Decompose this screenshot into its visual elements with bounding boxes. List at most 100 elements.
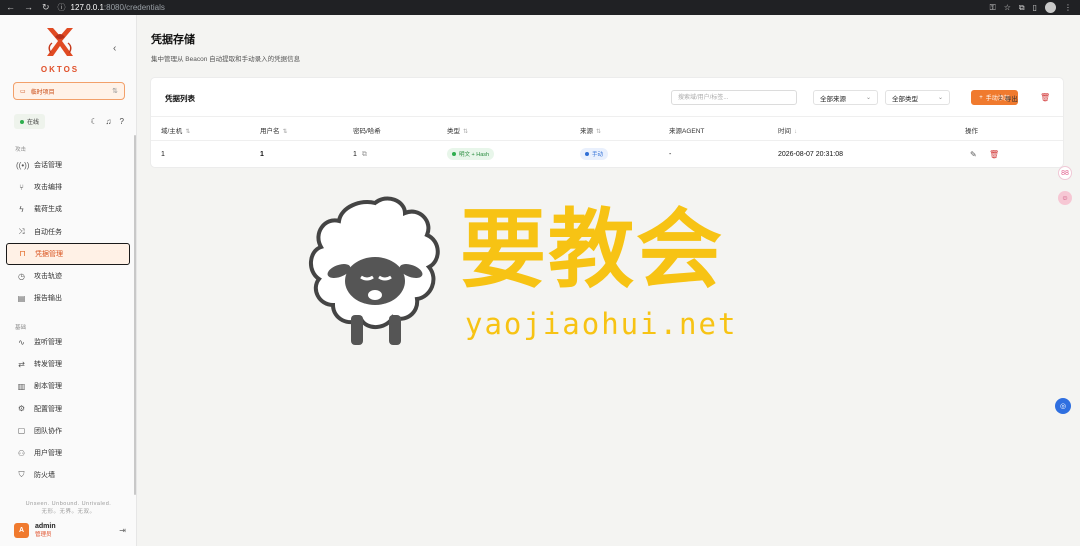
sidebar-item-credentials[interactable]: ⊓ 凭据管理 xyxy=(6,242,130,265)
source-badge-label: 手动 xyxy=(592,152,604,158)
watermark-url: yaojiaohui.net xyxy=(465,307,738,341)
sidepanel-icon[interactable]: ▯ xyxy=(1033,3,1037,12)
column-label: 来源 xyxy=(580,128,593,135)
search-input[interactable] xyxy=(671,90,797,105)
column-label: 来源AGENT xyxy=(669,128,705,135)
bell-icon[interactable]: ♫ xyxy=(106,117,112,126)
sidebar-item-config[interactable]: ⚙ 配置管理 xyxy=(6,398,130,420)
menu-base: ∿ 监听管理 ⇄ 转发管理 ▥ 剧本管理 ⚙ 配置管理 ▢ 团队协作 ⚇ 用户管理 ⛉ 防火墙 xyxy=(6,331,130,486)
sidebar-item-reports[interactable]: ▤ 报告输出 xyxy=(6,287,130,309)
site-info-icon[interactable]: ⓘ xyxy=(58,2,66,13)
bulk-delete-button[interactable]: 🗑 xyxy=(1040,90,1050,105)
monitor-icon: ▭ xyxy=(20,88,26,95)
cell-agent: - xyxy=(669,151,672,158)
export-label: 导出 xyxy=(1004,95,1018,103)
sidebar-item-users[interactable]: ⚇ 用户管理 xyxy=(6,442,130,464)
sidebar-item-label: 攻击编排 xyxy=(34,184,62,192)
reload-icon[interactable]: ↻ xyxy=(42,2,50,13)
collapse-sidebar-icon[interactable]: ‹ xyxy=(113,43,116,54)
page-title: 凭据存储 xyxy=(151,34,195,46)
sort-icon: ⇅ xyxy=(596,129,602,135)
sidebar-item-label: 监听管理 xyxy=(34,339,62,347)
brand-name: OKTOS xyxy=(40,65,80,74)
profile-avatar[interactable] xyxy=(1045,2,1056,13)
oktos-logo-icon xyxy=(47,28,73,56)
sidebar-item-label: 凭据管理 xyxy=(35,250,63,258)
sidebar-item-payloads[interactable]: ϟ 载荷生成 xyxy=(6,198,130,220)
column-header-time[interactable]: 时间 ↓ xyxy=(778,125,797,135)
star-icon[interactable]: ☆ xyxy=(1004,3,1011,12)
sidebar-item-attack-trail[interactable]: ◷ 攻击轨迹 xyxy=(6,265,130,287)
avatar[interactable]: A xyxy=(14,523,29,538)
sidebar-item-forwarding[interactable]: ⇄ 转发管理 xyxy=(6,353,130,375)
assistant-float-icon[interactable]: ☺ xyxy=(1058,191,1072,205)
export-button[interactable]: ⤓ 导出 xyxy=(999,90,1018,105)
workspace-selector[interactable]: ▭ 临时项目 ⇅ xyxy=(13,82,125,100)
address-bar[interactable]: ⓘ 127.0.0.1:8080/credentials xyxy=(58,2,165,13)
column-header-source[interactable]: 来源 ⇅ xyxy=(580,125,601,135)
column-header-username[interactable]: 用户名 ⇅ xyxy=(260,125,288,135)
column-header-type[interactable]: 类型 ⇅ xyxy=(447,125,468,135)
sidebar-item-orchestration[interactable]: ⑂ 攻击编排 xyxy=(6,176,130,198)
menu-icon[interactable]: ⋮ xyxy=(1064,3,1072,12)
sort-icon: ⇅ xyxy=(463,129,469,135)
table-header: 域/主机 ⇅ 用户名 ⇅ 密码/哈希 类型 ⇅ 来源 ⇅ 来源AGENT 时间 ↓ 操作 xyxy=(151,116,1063,141)
forward-icon[interactable]: → xyxy=(24,2,33,13)
clock-icon: ◷ xyxy=(18,271,25,281)
cell-time: 2026-08-07 20:31:08 xyxy=(778,151,843,158)
delete-icon[interactable]: 🗑 xyxy=(989,150,999,159)
sidebar-item-sessions[interactable]: ((•)) 会话管理 xyxy=(6,154,130,176)
users-icon: ⚇ xyxy=(17,448,26,458)
key-icon[interactable]: ⚿ xyxy=(990,3,996,13)
page-subtitle: 集中管理从 Beacon 自动提取和手动录入的凭据信息 xyxy=(151,56,301,63)
url-host: 127.0.0.1 xyxy=(70,3,104,12)
theme-moon-icon[interactable]: ☾ xyxy=(90,117,97,126)
logout-icon[interactable]: ⇥ xyxy=(119,526,126,535)
column-label: 操作 xyxy=(965,128,978,135)
translate-float-icon[interactable]: 88 xyxy=(1058,166,1072,180)
edit-icon[interactable]: ✎ xyxy=(970,150,977,159)
sidebar-item-auto-tasks[interactable]: ⤨ 自动任务 xyxy=(6,221,130,243)
cell-domain: 1 xyxy=(161,151,165,158)
status-row: 在线 ☾ ♫ ? xyxy=(14,114,124,129)
sidebar-item-label: 会话管理 xyxy=(34,162,62,170)
lock-icon: ⊓ xyxy=(19,249,26,259)
column-header-actions: 操作 xyxy=(965,125,978,135)
user-panel: A admin 管理员 ⇥ xyxy=(14,523,126,538)
group-label-base: 基础 xyxy=(15,325,27,331)
sheep-mascot-icon xyxy=(309,196,440,345)
card-title: 凭据列表 xyxy=(165,94,195,103)
table-row: 1 1 1 ⧉ 明文 + Hash 手动 - 2026-08-07 20:31:… xyxy=(151,141,1063,168)
shuffle-icon: ⤨ xyxy=(18,226,25,236)
source-filter-select[interactable]: 全部来源 ⌄ xyxy=(813,90,878,105)
sidebar-item-firewall[interactable]: ⛉ 防火墙 xyxy=(6,464,130,486)
url-path: :8080/credentials xyxy=(103,3,165,12)
column-header-domain[interactable]: 域/主机 ⇅ xyxy=(161,125,190,135)
sort-icon: ⇅ xyxy=(282,129,288,135)
source-badge: 手动 xyxy=(580,148,609,160)
download-icon: ⤓ xyxy=(999,93,1002,101)
column-header-agent: 来源AGENT xyxy=(669,125,704,135)
sidebar-scrollbar[interactable] xyxy=(134,135,136,495)
chat-float-icon[interactable]: ◎ xyxy=(1055,398,1071,414)
extensions-icon[interactable]: ⧉ xyxy=(1019,3,1025,13)
online-badge: 在线 xyxy=(14,114,46,129)
watermark: 要教会 yaojiaohui.net xyxy=(305,195,765,355)
help-icon[interactable]: ? xyxy=(120,117,124,126)
column-label: 密码/哈希 xyxy=(353,128,381,135)
type-filter-select[interactable]: 全部类型 ⌄ xyxy=(885,90,950,105)
document-icon: ▤ xyxy=(17,293,26,303)
plus-icon: + xyxy=(979,94,983,101)
sidebar-item-listeners[interactable]: ∿ 监听管理 xyxy=(6,331,130,353)
sidebar-item-playbooks[interactable]: ▥ 剧本管理 xyxy=(6,375,130,397)
chat-icon: ▢ xyxy=(17,426,26,436)
trash-icon: 🗑 xyxy=(1040,93,1051,102)
sidebar-item-team[interactable]: ▢ 团队协作 xyxy=(6,420,130,442)
sidebar-item-label: 配置管理 xyxy=(34,405,62,413)
back-icon[interactable]: ← xyxy=(6,2,15,13)
column-label: 用户名 xyxy=(260,128,280,135)
column-label: 类型 xyxy=(447,128,460,135)
copy-icon[interactable]: ⧉ xyxy=(362,151,367,158)
swap-icon: ⇅ xyxy=(112,88,118,95)
sort-desc-icon: ↓ xyxy=(794,129,797,135)
